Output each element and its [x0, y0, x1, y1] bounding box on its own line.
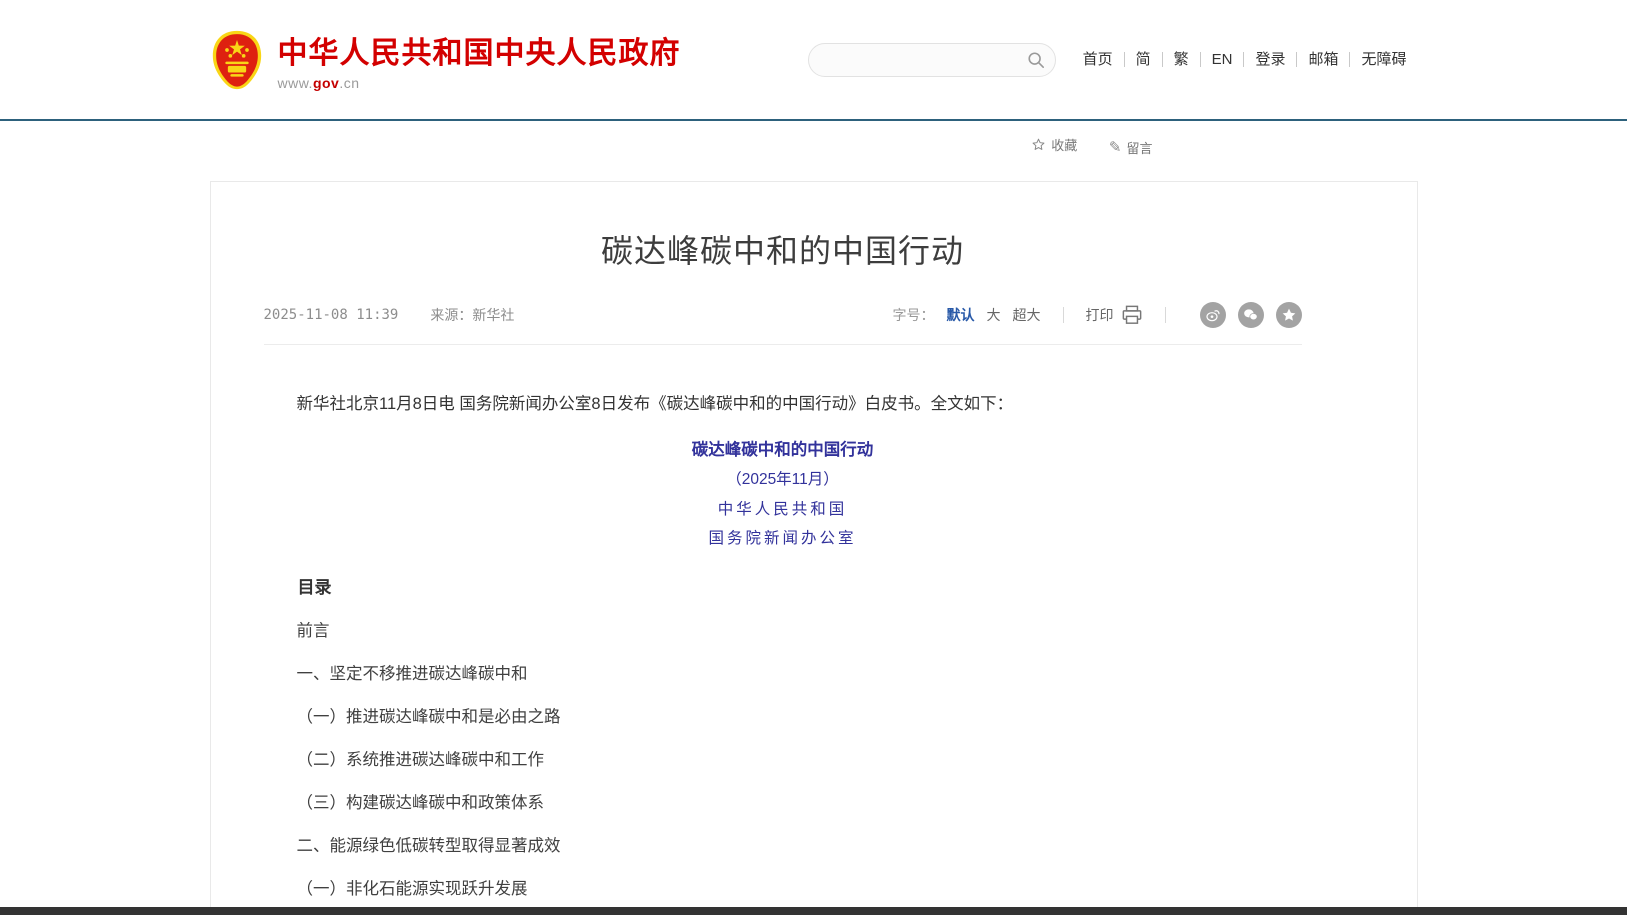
meta-separator	[1063, 307, 1064, 323]
site-title: 中华人民共和国中央人民政府	[278, 28, 681, 72]
toc-item: （一）非化石能源实现跃升发展	[264, 876, 1302, 902]
search-icon[interactable]	[1027, 51, 1045, 69]
doc-date: （2025年11月）	[264, 467, 1302, 493]
toc-item: 一、坚定不移推进碳达峰碳中和	[264, 661, 1302, 687]
print-button[interactable]: 打印	[1086, 305, 1143, 325]
article-card: 碳达峰碳中和的中国行动 2025-11-08 11:39 来源：新华社 字号： …	[210, 181, 1418, 915]
article-source: 来源：新华社	[430, 305, 514, 325]
nav-mail[interactable]: 邮箱	[1296, 52, 1349, 67]
url-suffix: .cn	[339, 75, 359, 91]
nav-login[interactable]: 登录	[1243, 52, 1296, 67]
nav-english[interactable]: EN	[1200, 52, 1244, 67]
url-prefix: www.	[278, 75, 313, 91]
publish-datetime: 2025-11-08 11:39	[264, 307, 399, 323]
meta-separator	[1165, 307, 1166, 323]
search-input[interactable]	[825, 44, 1020, 76]
url-highlight: gov	[313, 75, 339, 91]
bottom-bar	[0, 907, 1627, 915]
nav-traditional[interactable]: 繁	[1162, 52, 1200, 67]
star-icon	[1031, 137, 1046, 152]
article-meta: 2025-11-08 11:39 来源：新华社 字号： 默认 大 超大 打印	[264, 302, 1302, 345]
font-size-large[interactable]: 大	[987, 305, 1001, 325]
doc-title: 碳达峰碳中和的中国行动	[264, 437, 1302, 463]
national-emblem-icon	[210, 30, 264, 90]
article-body: 新华社北京11月8日电 国务院新闻办公室8日发布《碳达峰碳中和的中国行动》白皮书…	[264, 391, 1302, 902]
toc-item: 二、能源绿色低碳转型取得显著成效	[264, 833, 1302, 859]
nav-accessibility[interactable]: 无障碍	[1349, 52, 1417, 67]
font-size-xlarge[interactable]: 超大	[1013, 305, 1041, 325]
nav-home[interactable]: 首页	[1072, 52, 1124, 67]
source-label: 来源：	[430, 307, 472, 323]
doc-org-line2: 国务院新闻办公室	[264, 525, 1302, 551]
lead-paragraph: 新华社北京11月8日电 国务院新闻办公室8日发布《碳达峰碳中和的中国行动》白皮书…	[264, 391, 1302, 417]
top-nav: 首页 简 繁 EN 登录 邮箱 无障碍	[1072, 52, 1418, 67]
favorite-label: 收藏	[1051, 135, 1077, 154]
wechat-icon[interactable]	[1238, 302, 1264, 328]
message-button[interactable]: ✎ 留言	[1109, 138, 1153, 157]
search-box[interactable]	[808, 43, 1056, 77]
page-actions: 收藏 ✎ 留言	[210, 135, 1418, 159]
site-header: 中华人民共和国中央人民政府 www.gov.cn 首页 简 繁 EN 登录 邮箱…	[0, 0, 1627, 119]
header-divider	[0, 119, 1627, 121]
toc-item: （三）构建碳达峰碳中和政策体系	[264, 790, 1302, 816]
qzone-star-icon[interactable]	[1276, 302, 1302, 328]
source-link[interactable]: 新华社	[472, 307, 514, 323]
font-size-default[interactable]: 默认	[947, 305, 975, 325]
print-label: 打印	[1086, 305, 1114, 325]
message-label: 留言	[1126, 138, 1152, 157]
nav-simplified[interactable]: 简	[1124, 52, 1162, 67]
toc-heading: 目录	[264, 575, 1302, 601]
article-title: 碳达峰碳中和的中国行动	[264, 226, 1302, 272]
doc-org-line1: 中华人民共和国	[264, 496, 1302, 522]
toc-item: 前言	[264, 618, 1302, 644]
toc-item: （一）推进碳达峰碳中和是必由之路	[264, 704, 1302, 730]
pencil-icon: ✎	[1109, 138, 1122, 156]
site-url: www.gov.cn	[278, 75, 681, 91]
favorite-button[interactable]: 收藏	[1031, 135, 1077, 154]
weibo-icon[interactable]	[1200, 302, 1226, 328]
font-size-label: 字号：	[893, 305, 935, 325]
printer-icon	[1121, 305, 1143, 325]
toc-item: （二）系统推进碳达峰碳中和工作	[264, 747, 1302, 773]
site-logo[interactable]: 中华人民共和国中央人民政府 www.gov.cn	[210, 28, 681, 91]
